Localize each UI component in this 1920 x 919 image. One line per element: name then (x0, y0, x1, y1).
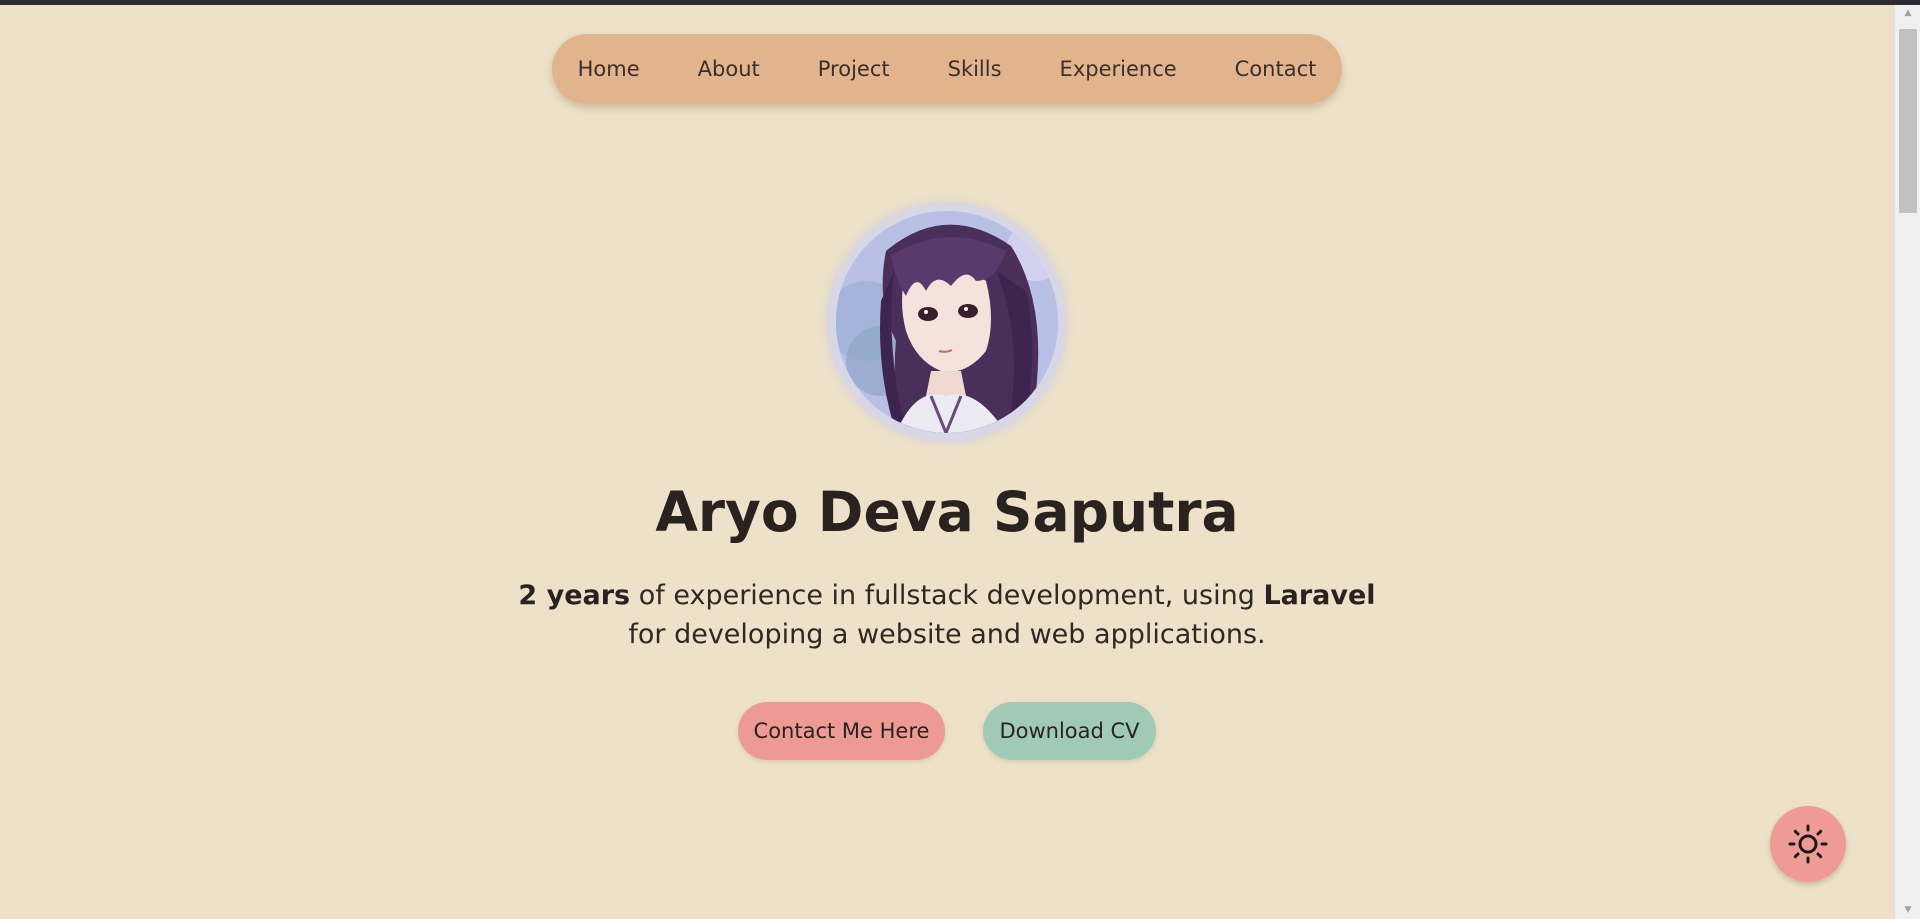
nav-item-contact[interactable]: Contact (1206, 57, 1346, 81)
main-nav: Home About Project Skills Experience Con… (552, 34, 1342, 104)
anime-character-avatar-icon (836, 211, 1058, 433)
vertical-scrollbar[interactable]: ▲ ▼ (1894, 5, 1920, 919)
nav-item-project[interactable]: Project (789, 57, 919, 81)
scroll-down-arrow-icon[interactable]: ▼ (1895, 902, 1920, 919)
nav-item-about[interactable]: About (669, 57, 789, 81)
hero-name: Aryo Deva Saputra (655, 480, 1239, 544)
tagline-years: 2 years (518, 580, 631, 611)
scroll-up-arrow-icon[interactable]: ▲ (1895, 5, 1920, 22)
sun-icon (1788, 824, 1828, 864)
page: Home About Project Skills Experience Con… (0, 5, 1894, 919)
tagline-text-2: for developing a website and web applica… (628, 619, 1266, 650)
download-cv-button[interactable]: Download CV (983, 702, 1156, 760)
nav-item-home[interactable]: Home (549, 57, 669, 81)
nav-item-skills[interactable]: Skills (919, 57, 1031, 81)
contact-me-button[interactable]: Contact Me Here (738, 702, 945, 760)
avatar (836, 211, 1058, 433)
nav-item-experience[interactable]: Experience (1031, 57, 1206, 81)
theme-toggle-button[interactable] (1770, 806, 1846, 882)
tagline-framework: Laravel (1263, 580, 1376, 611)
tagline-text-1: of experience in fullstack development, … (630, 580, 1264, 611)
hero-tagline: 2 years of experience in fullstack devel… (510, 576, 1384, 654)
avatar-frame (828, 203, 1066, 441)
scrollbar-thumb[interactable] (1899, 29, 1917, 213)
